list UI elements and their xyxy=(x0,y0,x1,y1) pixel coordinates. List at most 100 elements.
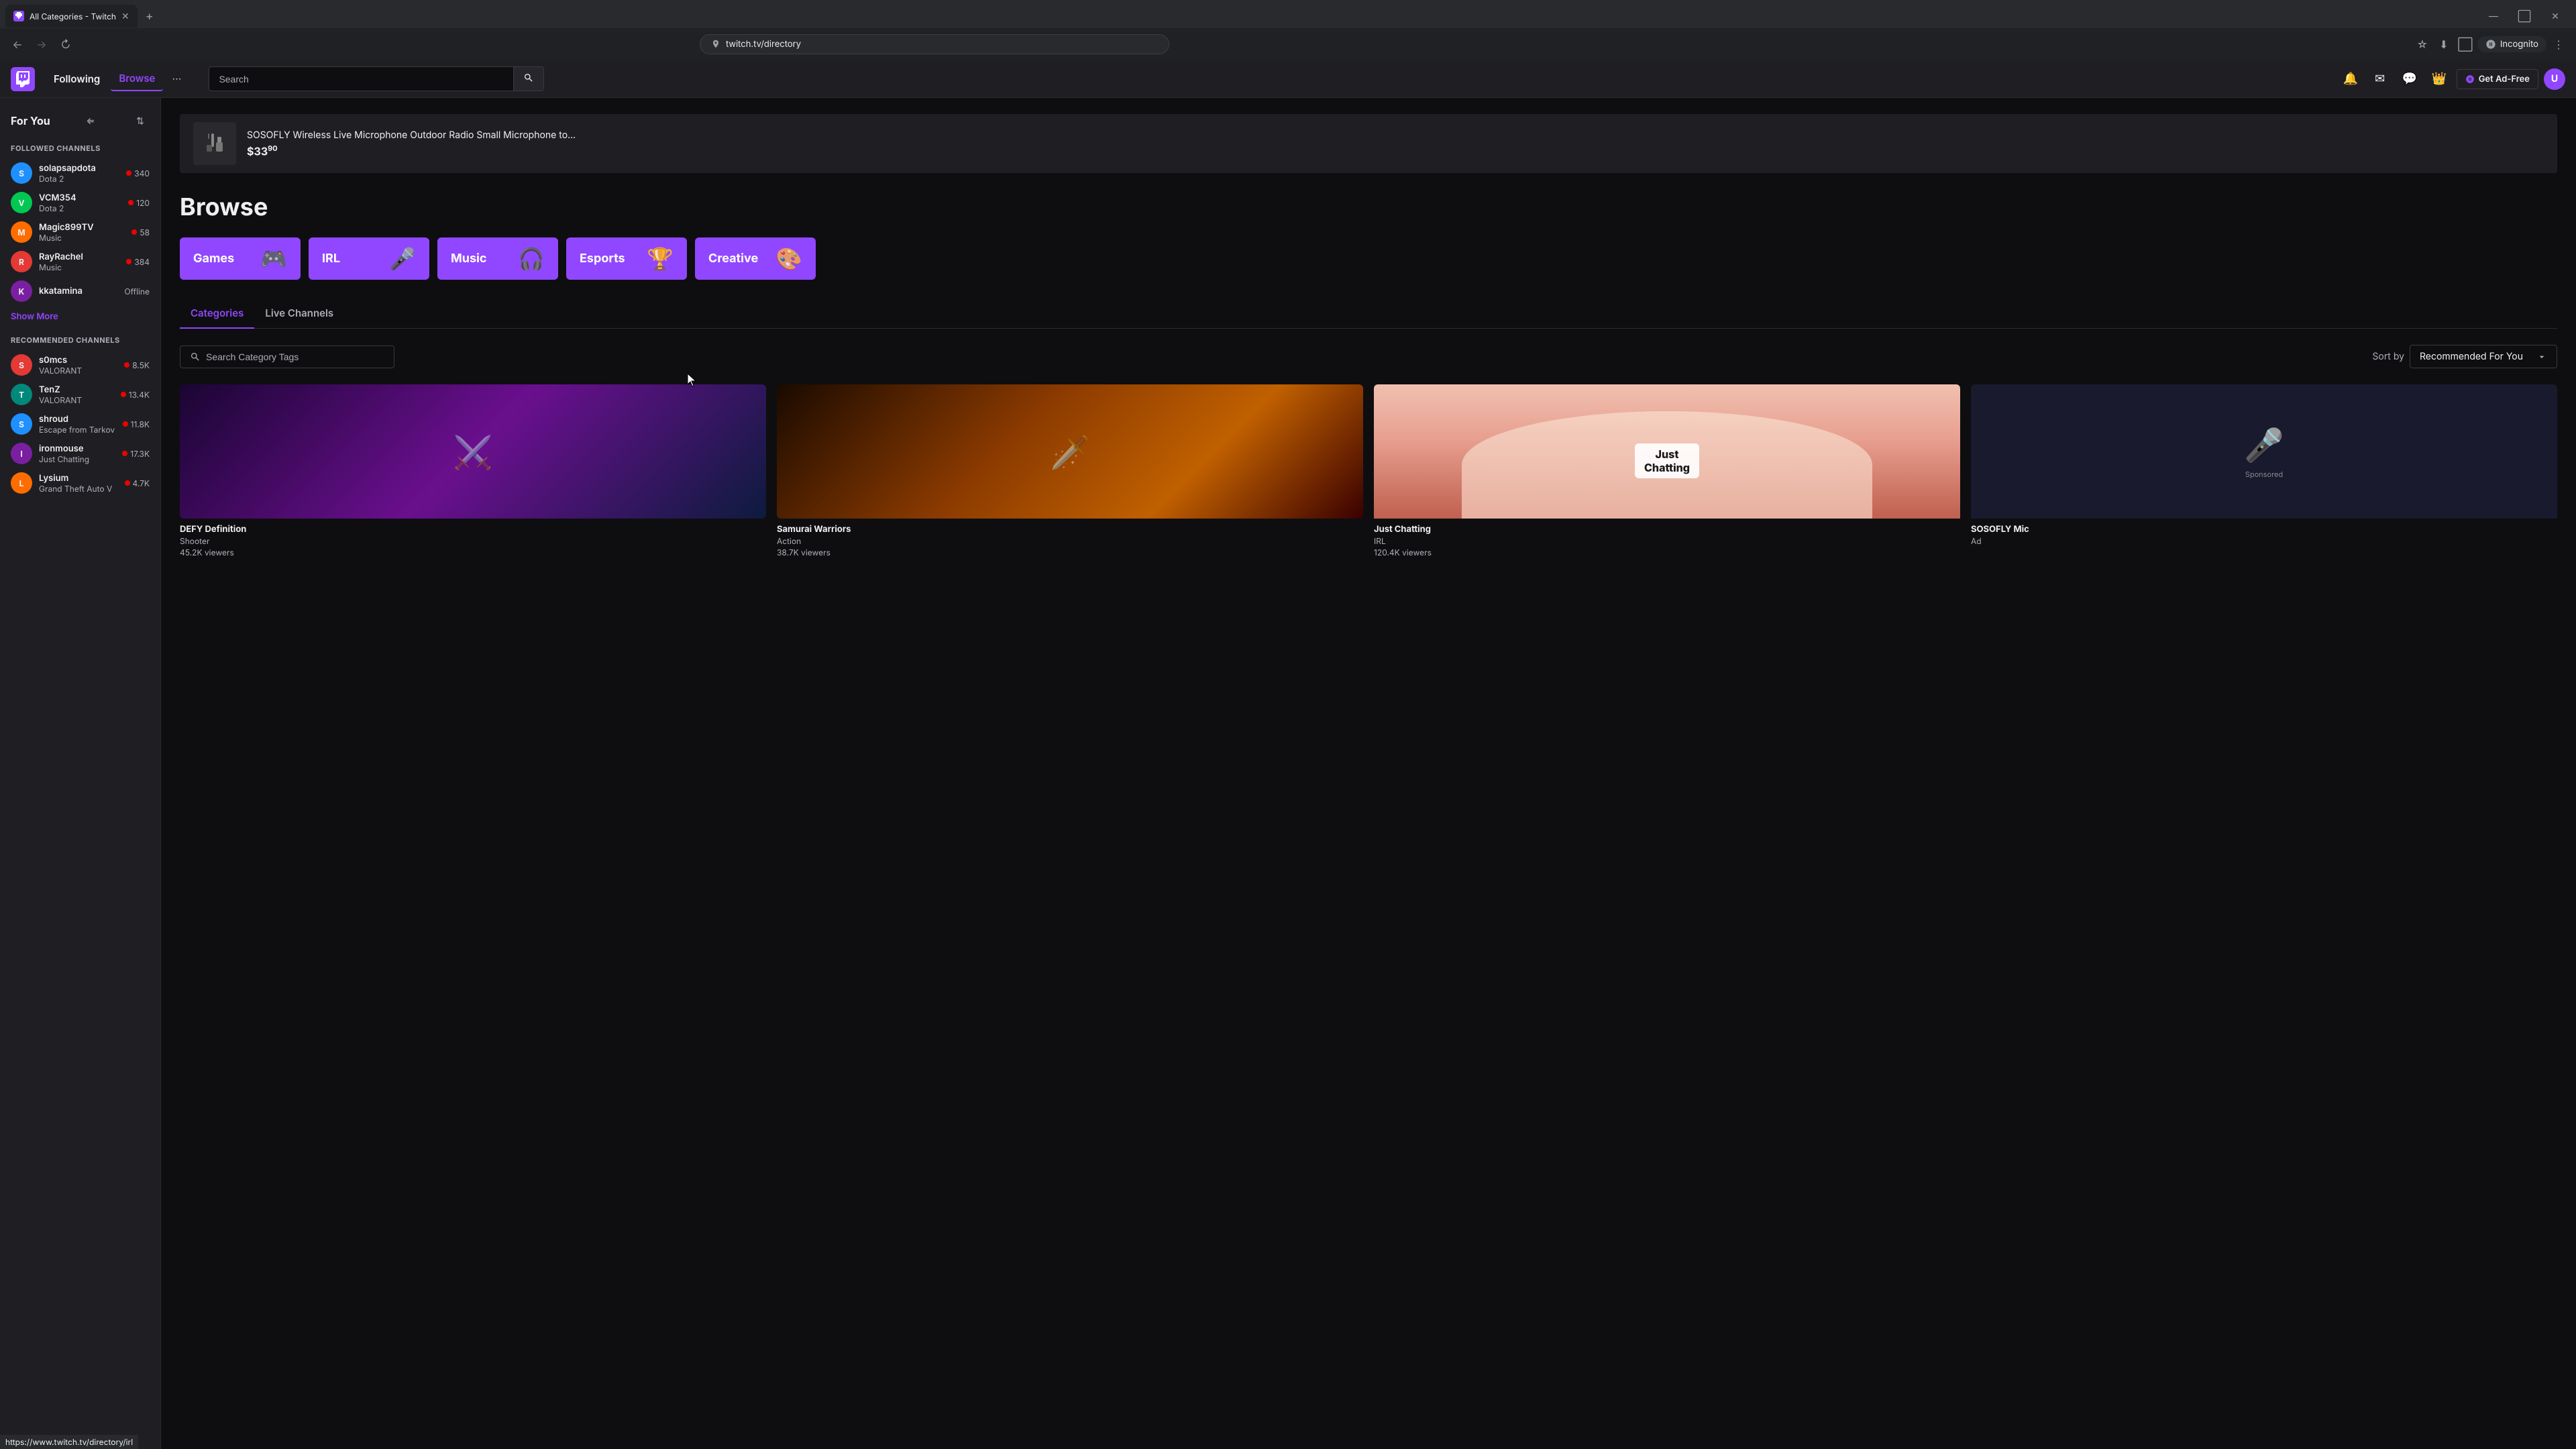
header-search xyxy=(209,66,544,91)
category-pill-creative[interactable]: Creative 🎨 xyxy=(695,237,816,280)
reload-button[interactable]: ↻ xyxy=(56,35,75,54)
category-icon: 🎮 xyxy=(260,246,287,272)
category-pill-games[interactable]: Games 🎮 xyxy=(180,237,301,280)
channel-viewers: 120 xyxy=(128,198,150,208)
messages-button[interactable]: ✉ xyxy=(2368,67,2392,91)
twitch-header: Following Browse ⋯ 🔔 ✉ 💬 👑 Get Ad-Free U xyxy=(0,60,2576,98)
search-input[interactable] xyxy=(209,68,513,90)
channel-game: Dota 2 xyxy=(39,174,119,184)
user-avatar[interactable]: U xyxy=(2544,68,2565,90)
channel-avatar: S xyxy=(11,354,32,376)
game-card[interactable]: 🗡️ Samurai Warriors Action 38.7K viewers xyxy=(777,384,1363,563)
sort-select[interactable]: Recommended For You xyxy=(2410,345,2557,368)
channel-item[interactable]: M Magic899TV Music 58 xyxy=(0,217,160,247)
category-icon: 🎤 xyxy=(389,246,416,272)
game-name: SOSOFLY Mic xyxy=(1971,524,2557,535)
category-label: Creative xyxy=(708,252,758,266)
channel-item[interactable]: K kkatamina Offline xyxy=(0,276,160,306)
game-card[interactable]: ⚔️ DEFY Definition Shooter 45.2K viewers xyxy=(180,384,766,563)
game-card[interactable]: JustChatting Just Chatting IRL 120.4K vi… xyxy=(1374,384,1960,563)
menu-button[interactable]: ⋮ xyxy=(2549,35,2568,54)
channel-item[interactable]: T TenZ VALORANT 13.4K xyxy=(0,380,160,409)
crown-button[interactable]: 👑 xyxy=(2427,67,2451,91)
maximize-button[interactable]: ⬜ xyxy=(2509,2,2540,30)
channel-avatar: S xyxy=(11,413,32,435)
for-you-label: For You xyxy=(11,114,50,127)
viewer-count: 58 xyxy=(140,227,150,237)
channel-info: solapsapdota Dota 2 xyxy=(39,163,119,184)
channel-viewers: 11.8K xyxy=(123,419,150,429)
channel-game: VALORANT xyxy=(39,395,114,405)
search-button[interactable] xyxy=(513,67,543,91)
incognito-label: Incognito xyxy=(2500,39,2538,50)
get-ad-free-button[interactable]: Get Ad-Free xyxy=(2457,69,2538,89)
back-button[interactable]: ← xyxy=(8,35,27,54)
game-card[interactable]: 🎤 Sponsored SOSOFLY Mic Ad xyxy=(1971,384,2557,563)
extensions-button[interactable]: ⬜ xyxy=(2456,35,2475,54)
category-pill-irl[interactable]: IRL 🎤 xyxy=(309,237,429,280)
address-input[interactable]: twitch.tv/directory xyxy=(700,34,1169,54)
active-tab[interactable]: All Categories - Twitch ✕ xyxy=(5,5,138,28)
tag-search-input[interactable] xyxy=(206,352,384,362)
bookmark-button[interactable]: ☆ xyxy=(2413,35,2432,54)
live-dot xyxy=(123,421,128,427)
channel-info: ironmouse Just Chatting xyxy=(39,443,115,464)
close-button[interactable]: ✕ xyxy=(2540,2,2571,30)
tab-title: All Categories - Twitch xyxy=(30,11,116,21)
channel-game: Dota 2 xyxy=(39,203,121,213)
ad-image xyxy=(193,122,236,165)
channel-item[interactable]: I ironmouse Just Chatting 17.3K xyxy=(0,439,160,468)
show-more-button[interactable]: Show More xyxy=(0,306,160,327)
viewer-count: 120 xyxy=(136,198,150,208)
sidebar-collapse-button[interactable]: ⇐ xyxy=(81,111,100,130)
game-category: Ad xyxy=(1971,536,2557,546)
browse-nav-item[interactable]: Browse xyxy=(111,66,163,91)
channel-game: VALORANT xyxy=(39,366,117,376)
download-button[interactable]: ⬇ xyxy=(2434,35,2453,54)
live-dot xyxy=(121,392,126,397)
address-text: twitch.tv/directory xyxy=(726,39,801,50)
twitch-logo[interactable] xyxy=(11,67,35,91)
ad-banner[interactable]: SOSOFLY Wireless Live Microphone Outdoor… xyxy=(180,114,2557,173)
game-viewers: 120.4K viewers xyxy=(1374,547,1960,557)
category-pill-music[interactable]: Music 🎧 xyxy=(437,237,558,280)
channel-name: RayRachel xyxy=(39,252,119,262)
sidebar-sort-button[interactable]: ⇅ xyxy=(131,111,150,130)
channel-name: kkatamina xyxy=(39,286,118,297)
channel-game: Grand Theft Auto V xyxy=(39,484,118,494)
channel-item[interactable]: S shroud Escape from Tarkov 11.8K xyxy=(0,409,160,439)
notifications-button[interactable]: 🔔 xyxy=(2339,67,2363,91)
channel-viewers: 58 xyxy=(131,227,150,237)
following-nav-item[interactable]: Following xyxy=(46,67,108,91)
channel-game: Escape from Tarkov xyxy=(39,425,116,435)
game-category: IRL xyxy=(1374,536,1960,546)
new-tab-button[interactable]: + xyxy=(140,7,159,25)
incognito-button[interactable]: Incognito xyxy=(2477,36,2546,52)
channel-game: Music xyxy=(39,233,125,243)
tab-close-button[interactable]: ✕ xyxy=(121,11,129,22)
forward-button[interactable]: → xyxy=(32,35,51,54)
category-label: Music xyxy=(451,252,487,266)
category-pill-esports[interactable]: Esports 🏆 xyxy=(566,237,687,280)
tab-live-channels[interactable]: Live Channels xyxy=(254,299,344,329)
channel-name: shroud xyxy=(39,414,116,425)
sidebar-for-you-header: For You ⇐ ⇅ xyxy=(0,106,160,136)
game-info: DEFY Definition Shooter 45.2K viewers xyxy=(180,519,766,563)
tab-categories[interactable]: Categories xyxy=(180,299,254,329)
channel-item[interactable]: L Lysium Grand Theft Auto V 4.7K xyxy=(0,468,160,498)
twitch-app: Following Browse ⋯ 🔔 ✉ 💬 👑 Get Ad-Free U xyxy=(0,60,2576,1449)
channel-name: Lysium xyxy=(39,473,118,484)
channel-item[interactable]: R RayRachel Music 384 xyxy=(0,247,160,276)
channel-item[interactable]: S s0mcs VALORANT 8.5K xyxy=(0,350,160,380)
channel-item[interactable]: S solapsapdota Dota 2 340 xyxy=(0,158,160,188)
recommended-channels-title: RECOMMENDED CHANNELS xyxy=(0,327,160,350)
channel-avatar: I xyxy=(11,443,32,464)
channel-item[interactable]: V VCM354 Dota 2 120 xyxy=(0,188,160,217)
activity-button[interactable]: 💬 xyxy=(2398,67,2422,91)
live-dot xyxy=(131,229,137,235)
live-dot xyxy=(126,259,131,264)
channel-viewers: 384 xyxy=(126,257,150,267)
minimize-button[interactable]: — xyxy=(2478,2,2509,30)
more-nav-button[interactable]: ⋯ xyxy=(166,68,187,90)
viewer-count: 384 xyxy=(134,257,150,267)
